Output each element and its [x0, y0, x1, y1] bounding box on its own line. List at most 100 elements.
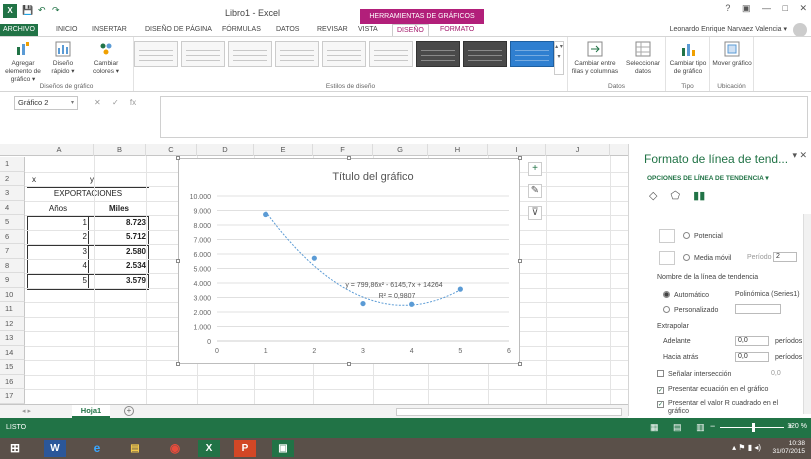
horizontal-scrollbar[interactable] — [396, 408, 622, 416]
sheet-nav-arrows[interactable]: ◂ ▸ — [22, 407, 31, 415]
table-row[interactable]: 4 — [27, 261, 87, 270]
table-row[interactable]: 5 — [27, 276, 87, 285]
excel-taskbar-icon[interactable]: X — [198, 440, 220, 457]
name-custom[interactable]: Personalizado — [663, 306, 718, 314]
resize-handle[interactable] — [347, 156, 351, 160]
select-data-button[interactable]: Seleccionar datos — [622, 40, 664, 76]
column-header[interactable]: J — [546, 144, 610, 156]
row-header[interactable]: 13 — [0, 331, 25, 346]
tab-diseno[interactable]: DISEÑO — [392, 24, 429, 36]
quick-layout-button[interactable]: Diseño rápido ▾ — [46, 40, 80, 76]
row-header[interactable]: 6 — [0, 229, 25, 244]
backward-input[interactable]: 0,0 — [735, 352, 769, 362]
excel-app-icon[interactable]: X — [3, 4, 17, 18]
add-chart-element-button[interactable]: Agregar elemento de gráfico ▾ — [2, 40, 44, 84]
chevron-down-icon[interactable]: ▾ — [71, 97, 74, 109]
formula-input[interactable] — [160, 96, 808, 138]
header-thousands[interactable]: Miles — [89, 204, 149, 213]
table-row[interactable]: 2.580 — [89, 247, 146, 256]
column-header[interactable]: F — [313, 144, 373, 156]
enter-icon[interactable]: ✓ — [112, 98, 119, 107]
chart-style-7[interactable] — [416, 41, 460, 67]
column-header[interactable]: E — [254, 144, 313, 156]
chart-style-9[interactable] — [510, 41, 554, 67]
change-chart-type-button[interactable]: Cambiar tipo de gráfico — [667, 40, 709, 76]
row-header[interactable]: 11 — [0, 302, 25, 317]
avatar[interactable] — [793, 23, 807, 37]
chart-elements-button[interactable]: + — [528, 162, 542, 176]
show-r2-option[interactable]: ✓ Presentar el valor R cuadrado en el — [657, 400, 778, 408]
row-header[interactable]: 14 — [0, 345, 25, 360]
system-tray[interactable]: ▴ ⚑ ▮ ◂) — [732, 443, 761, 452]
column-header[interactable]: G — [373, 144, 428, 156]
chart-style-4[interactable] — [275, 41, 319, 67]
tab-formato[interactable]: FORMATO — [440, 24, 474, 36]
forward-input[interactable]: 0,0 — [735, 336, 769, 346]
header-years[interactable]: Años — [27, 204, 89, 213]
change-colors-button[interactable]: Cambiar colores ▾ — [84, 40, 128, 76]
tab-datos[interactable]: DATOS — [276, 24, 299, 36]
row-header[interactable]: 7 — [0, 244, 25, 259]
data-point[interactable] — [263, 211, 269, 218]
row-header[interactable]: 5 — [0, 215, 25, 230]
row-header[interactable]: 3 — [0, 186, 25, 201]
zoom-thumb[interactable] — [752, 423, 755, 432]
row-header[interactable]: 9 — [0, 273, 25, 288]
tab-revisar[interactable]: REVISAR — [317, 24, 348, 36]
chart-title[interactable]: Título del gráfico — [332, 171, 413, 183]
styles-scroll[interactable]: ▴ ▾ ▾ — [554, 41, 564, 75]
trendline-options-icon[interactable]: ▮▮ — [693, 190, 705, 202]
column-header[interactable]: A — [25, 144, 94, 156]
user-name[interactable]: Leonardo Enrique Narvaez Valencia ▾ — [670, 24, 787, 36]
chart-style-6[interactable] — [369, 41, 413, 67]
clock[interactable]: 10:38 31/07/2015 — [772, 440, 805, 456]
chart-style-1[interactable] — [134, 41, 178, 67]
data-point[interactable] — [360, 300, 366, 307]
powerpoint-app-icon[interactable]: P — [234, 440, 256, 457]
move-chart-button[interactable]: Mover gráfico — [711, 40, 753, 68]
show-equation-option[interactable]: ✓ Presentar ecuación en el gráfico — [657, 386, 768, 394]
cancel-icon[interactable]: ✕ — [94, 98, 101, 107]
resize-handle[interactable] — [518, 362, 522, 366]
page-layout-icon[interactable]: ▤ — [673, 422, 682, 432]
table-row[interactable]: 3 — [27, 247, 87, 256]
tab-formulas[interactable]: FÓRMULAS — [222, 24, 261, 36]
radio-moving[interactable] — [683, 254, 690, 261]
option-moving-average[interactable]: Media móvil — [683, 254, 731, 262]
maximize-icon[interactable]: □ — [783, 3, 788, 13]
row-header[interactable]: 15 — [0, 360, 25, 375]
table-row[interactable]: 8.723 — [89, 218, 146, 227]
resize-handle[interactable] — [176, 362, 180, 366]
column-header[interactable]: C — [146, 144, 197, 156]
column-header[interactable]: D — [197, 144, 254, 156]
row-header[interactable]: 1 — [0, 157, 25, 172]
option-power[interactable]: Potencial — [683, 232, 723, 240]
close-icon[interactable]: ✕ — [799, 3, 807, 13]
resize-handle[interactable] — [518, 156, 522, 160]
column-header[interactable]: H — [428, 144, 488, 156]
resize-handle[interactable] — [347, 362, 351, 366]
switch-row-column-button[interactable]: Cambiar entre filas y columnas — [570, 40, 620, 76]
add-sheet-button[interactable]: + — [124, 406, 134, 416]
radio-automatic[interactable] — [663, 291, 670, 298]
show-r2-checkbox[interactable]: ✓ — [657, 401, 664, 408]
file-explorer-icon[interactable]: ▤ — [124, 440, 146, 457]
undo-icon[interactable]: ↶ — [38, 5, 46, 16]
tab-diseno-pagina[interactable]: DISEÑO DE PÁGINA — [145, 24, 212, 36]
resize-handle[interactable] — [518, 259, 522, 263]
chart-style-2[interactable] — [181, 41, 225, 67]
app-taskbar-icon[interactable]: ▣ — [272, 440, 294, 457]
table-row[interactable]: 2 — [27, 232, 87, 241]
custom-name-input[interactable] — [735, 304, 781, 314]
resize-handle[interactable] — [176, 259, 180, 263]
data-point[interactable] — [311, 255, 317, 261]
show-equation-checkbox[interactable]: ✓ — [657, 387, 664, 394]
tab-vista[interactable]: VISTA — [358, 24, 378, 36]
pane-subtitle[interactable]: OPCIONES DE LÍNEA DE TENDENCIA ▾ — [647, 174, 769, 182]
name-automatic[interactable]: Automático — [663, 291, 709, 299]
radio-power[interactable] — [683, 232, 690, 239]
table-title[interactable]: EXPORTACIONES — [27, 189, 149, 198]
row-header[interactable]: 2 — [0, 171, 25, 186]
minimize-icon[interactable]: — — [762, 3, 771, 13]
row-header[interactable]: 17 — [0, 389, 25, 404]
